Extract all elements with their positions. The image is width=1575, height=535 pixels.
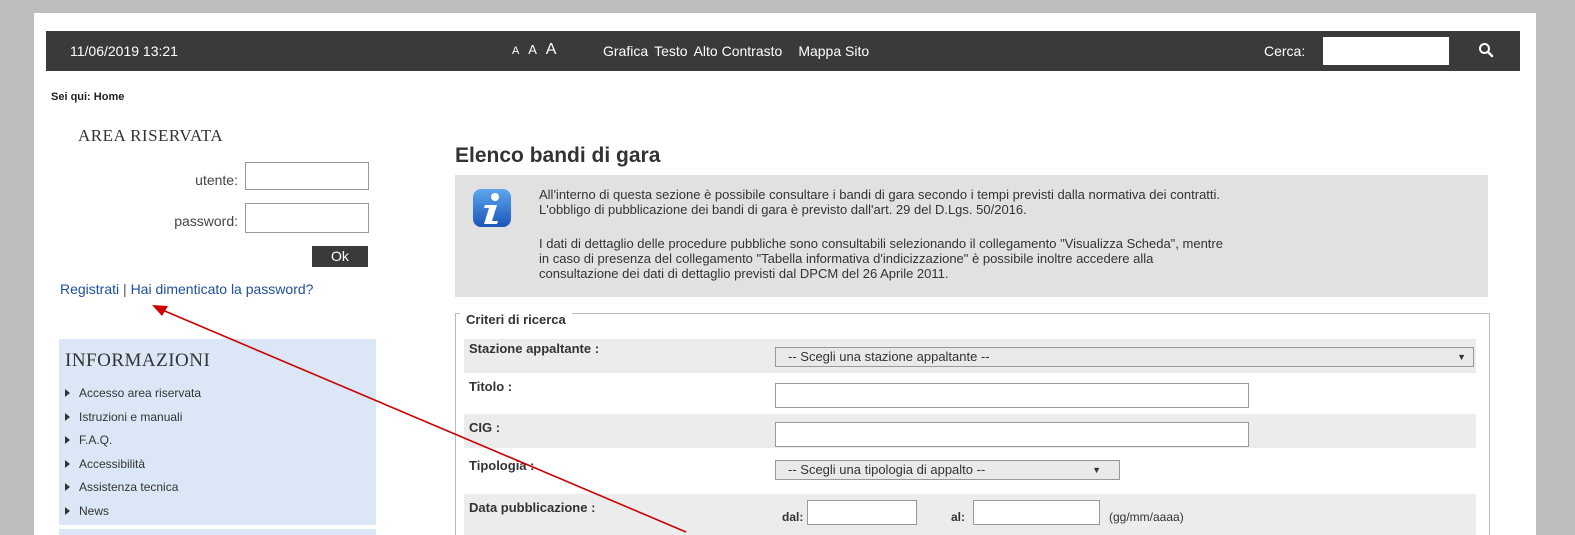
row-tipologia: Tipologia : -- Scegli una tipologia di a… [464, 456, 1476, 490]
login-title: AREA RISERVATA [78, 126, 224, 145]
page: 11/06/2019 13:21 A A A Grafica Testo Alto … [34, 13, 1536, 535]
notice-line: consultazione dei dati di dettaglio prev… [539, 266, 949, 281]
info-item-label: Accesso area riservata [79, 386, 202, 400]
al-input[interactable] [973, 500, 1100, 525]
font-size-large-button[interactable]: A [546, 41, 557, 58]
font-size-controls: A A A [512, 41, 561, 59]
password-field[interactable] [245, 203, 369, 233]
al-label: al: [951, 510, 966, 524]
info-item-label: Accessibilità [79, 456, 146, 471]
data-pubblicazione-label: Data pubblicazione : [469, 500, 596, 515]
info-item-assistenza[interactable]: Assistenza tecnica [65, 479, 201, 503]
dropdown-arrow-icon: ▼ [1457, 352, 1466, 362]
row-titolo: Titolo : [464, 377, 1476, 411]
info-title: INFORMAZIONI [65, 350, 211, 371]
dal-label: dal: [782, 510, 804, 524]
info-notice: All'interno di questa sezione è possibil… [455, 175, 1488, 297]
bullet-icon [65, 389, 70, 397]
breadcrumb: Sei qui: Home [51, 91, 125, 103]
search-input[interactable] [1323, 37, 1449, 65]
cig-input[interactable] [775, 422, 1249, 447]
row-data-pubblicazione: Data pubblicazione : dal: al: (gg/mm/aaa… [464, 494, 1476, 535]
stazione-label: Stazione appaltante : [469, 341, 600, 356]
font-size-medium-button[interactable]: A [528, 42, 537, 57]
tipologia-selected-value: -- Scegli una tipologia di appalto -- [788, 462, 986, 477]
info-icon [473, 189, 511, 227]
row-cig: CIG : [464, 414, 1476, 448]
notice-line: in caso di presenza del collegamento "Ta… [539, 251, 1154, 266]
search-label: Cerca: [1264, 43, 1306, 59]
link-separator: | [123, 281, 127, 297]
info-item-label: News [79, 503, 110, 518]
stazione-select[interactable]: -- Scegli una stazione appaltante -- ▼ [775, 347, 1474, 367]
page-title: Elenco bandi di gara [455, 144, 661, 167]
link-grafica[interactable]: Grafica [603, 43, 648, 59]
notice-line: I dati di dettaglio delle procedure pubb… [539, 236, 1223, 251]
dal-input[interactable] [807, 500, 917, 525]
info-item-news[interactable]: News [65, 503, 201, 527]
bullet-icon [65, 412, 70, 421]
bullet-icon [65, 483, 70, 491]
stazione-selected-value: -- Scegli una stazione appaltante -- [788, 349, 990, 364]
top-bar: 11/06/2019 13:21 A A A Grafica Testo Alto … [46, 31, 1520, 71]
info-item-istruzioni[interactable]: Istruzioni e manuali [65, 409, 201, 433]
font-size-small-button[interactable]: A [512, 45, 519, 57]
dropdown-arrow-icon: ▼ [1092, 465, 1101, 475]
login-ok-button[interactable]: Ok [312, 246, 368, 267]
titolo-label: Titolo : [469, 379, 513, 394]
bullet-icon [65, 506, 70, 515]
info-item-accesso[interactable]: Accesso area riservata [65, 385, 201, 409]
link-testo[interactable]: Testo [654, 43, 687, 59]
account-links: Registrati | Hai dimenticato la password… [60, 281, 330, 297]
info-item-accessibilita[interactable]: Accessibilità [65, 456, 201, 480]
notice-line: L'obbligo di pubblicazione dei bandi di … [539, 202, 1027, 217]
info-panel: INFORMAZIONI Accesso area riservata Istr… [59, 339, 376, 525]
register-link[interactable]: Registrati [60, 281, 119, 297]
info-item-label: F.A.Q. [79, 433, 113, 447]
info-item-faq[interactable]: F.A.Q. [65, 432, 201, 456]
link-mappa-sito[interactable]: Mappa Sito [798, 43, 869, 59]
cig-label: CIG : [469, 420, 501, 435]
tipologia-label: Tipologia : [469, 458, 535, 473]
search-icon[interactable] [1478, 42, 1494, 58]
user-field[interactable] [245, 162, 369, 190]
forgot-password-link[interactable]: Hai dimenticato la password? [131, 281, 314, 297]
user-label: utente: [195, 172, 238, 188]
link-alto-contrasto[interactable]: Alto Contrasto [694, 43, 783, 59]
row-stazione: Stazione appaltante : -- Scegli una staz… [464, 339, 1476, 373]
criteria-legend: Criteri di ricerca [460, 312, 572, 327]
datetime: 11/06/2019 13:21 [70, 43, 178, 59]
bullet-icon [65, 436, 70, 444]
info-item-label: Assistenza tecnica [79, 480, 179, 494]
info-list: Accesso area riservata Istruzioni e manu… [65, 385, 201, 526]
date-format-hint: (gg/mm/aaaa) [1109, 510, 1184, 524]
info-item-label: Istruzioni e manuali [79, 409, 183, 424]
view-links: Grafica Testo Alto Contrasto Mappa Sito [603, 43, 875, 59]
tipologia-select[interactable]: -- Scegli una tipologia di appalto -- ▼ [775, 460, 1120, 480]
notice-line: All'interno di questa sezione è possibil… [539, 187, 1221, 202]
sidebar-next-panel [59, 529, 376, 535]
password-label: password: [174, 213, 238, 229]
titolo-input[interactable] [775, 383, 1249, 408]
bullet-icon [65, 459, 70, 468]
